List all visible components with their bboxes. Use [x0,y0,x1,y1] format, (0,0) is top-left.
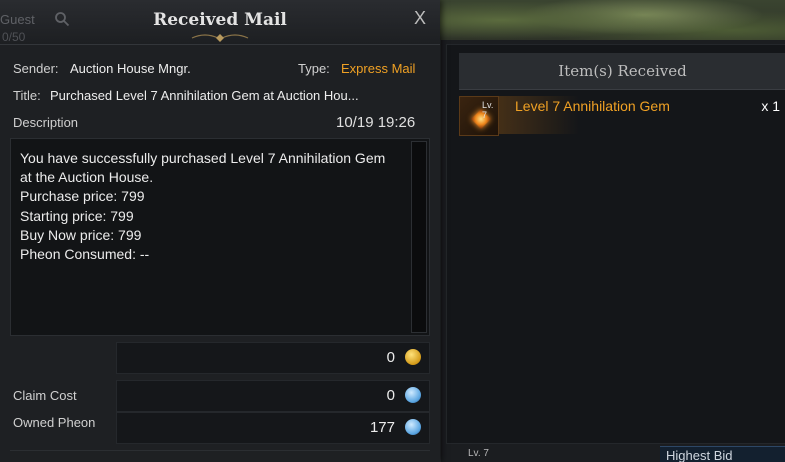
highest-bid-header[interactable]: Highest Bid [660,446,785,462]
items-received-header: Item(s) Received [459,53,785,90]
guest-count: 0/50 [2,30,26,44]
gem-icon[interactable]: Lv. 7 [459,96,499,136]
sender-value: Auction House Mngr. [70,61,191,76]
sender-label: Sender: [13,61,59,76]
background-level-badge: Lv. 7 [468,448,489,459]
claim-cost-row: 0 [116,380,430,412]
claim-cost-label: Claim Cost [13,388,77,403]
received-item-row[interactable]: Lv. 7 Level 7 Annihilation Gem x 1 [457,94,785,136]
owned-pheon-value: 177 [369,419,395,436]
items-received-panel: Item(s) Received Lv. 7 Level 7 Annihilat… [446,44,785,444]
bottom-divider [10,450,430,451]
type-label: Type: [298,61,330,76]
mail-date: 10/19 19:26 [336,114,416,131]
pheon-icon [405,419,421,435]
description-scrollbar[interactable] [411,141,427,333]
close-icon[interactable]: X [410,8,430,28]
dialog-title: Received Mail [153,10,287,30]
claim-cost-value: 0 [386,387,395,404]
mail-title-value: Purchased Level 7 Annihilation Gem at Au… [50,88,359,103]
gold-coin-icon [405,349,421,365]
owned-pheon-row: 177 [116,412,430,444]
dialog-title-bar: Guest 0/50 Received Mail X [0,0,440,45]
item-level-badge: Lv. 7 [482,100,494,120]
received-mail-dialog: Guest 0/50 Received Mail X Sender: Aucti… [0,0,440,462]
description-box: You have successfully purchased Level 7 … [10,138,430,336]
item-quantity: x 1 [761,98,780,114]
gold-amount-row: 0 [116,342,430,374]
gold-amount: 0 [386,349,395,366]
description-label: Description [13,115,79,130]
type-value: Express Mail [341,61,416,76]
title-label: Title: [13,88,41,103]
item-name: Level 7 Annihilation Gem [515,98,670,114]
owned-pheon-label: Owned Pheon [13,415,96,430]
pheon-icon [405,387,421,403]
description-text: You have successfully purchased Level 7 … [20,150,386,263]
title-ornament-icon [191,34,249,42]
